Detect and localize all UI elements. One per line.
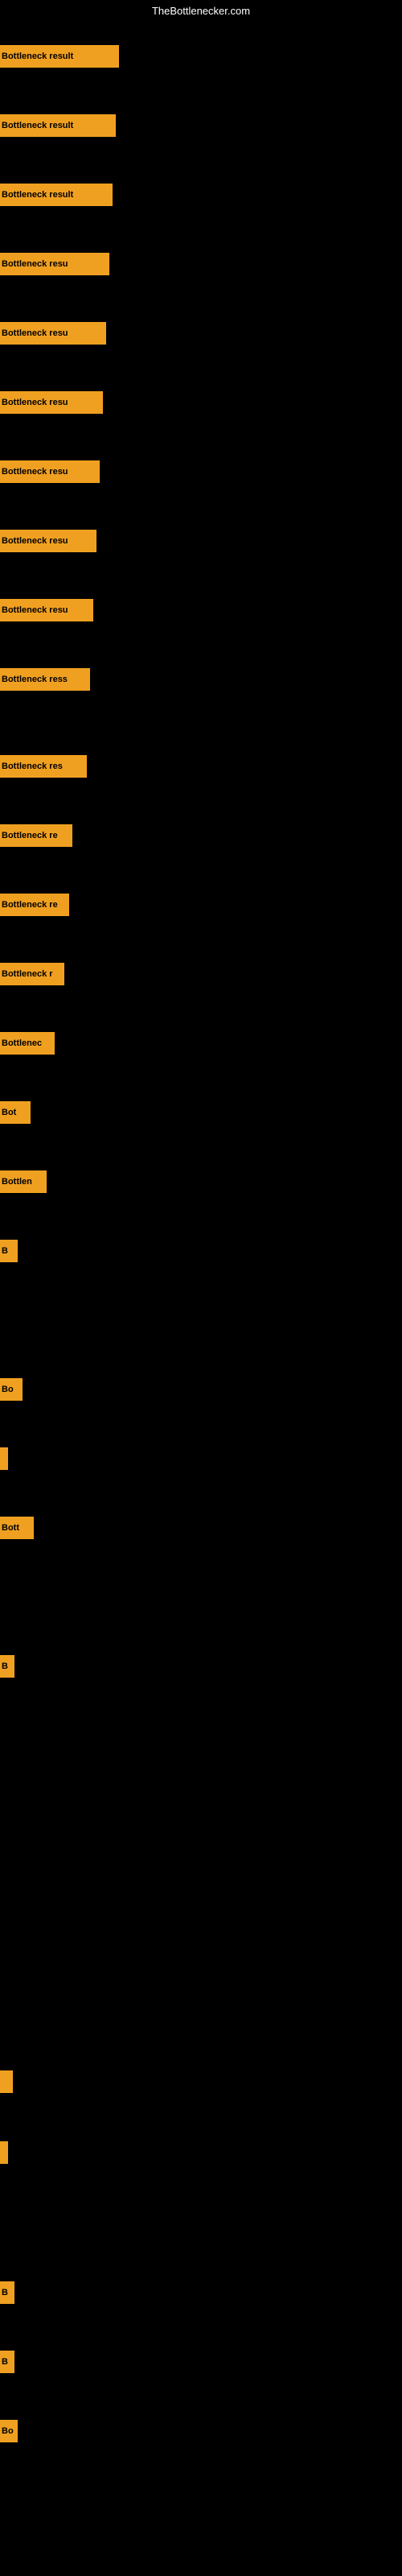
bottleneck-bar: Bottleneck resu bbox=[0, 322, 106, 345]
bottleneck-bar bbox=[0, 2070, 13, 2093]
bottleneck-label: Bottleneck res bbox=[2, 762, 63, 771]
bottleneck-label: Bottlenec bbox=[2, 1038, 42, 1048]
bottleneck-label: B bbox=[2, 2357, 8, 2367]
bottleneck-bar: Bottleneck re bbox=[0, 824, 72, 847]
bottleneck-label: Bo bbox=[2, 1385, 14, 1394]
bottleneck-label: Bottleneck r bbox=[2, 969, 53, 979]
bottleneck-label: Bottleneck result bbox=[2, 121, 73, 130]
bottleneck-bar: Bottleneck result bbox=[0, 184, 113, 206]
bottleneck-bar: Bot bbox=[0, 1101, 31, 1124]
bottleneck-bar bbox=[0, 1447, 8, 1470]
bottleneck-label: Bottleneck resu bbox=[2, 398, 68, 407]
bottleneck-bar: B bbox=[0, 1240, 18, 1262]
bottleneck-label: Bottleneck re bbox=[2, 900, 58, 910]
bottleneck-label: Bottleneck re bbox=[2, 831, 58, 840]
bottleneck-bar: Bottlen bbox=[0, 1170, 47, 1193]
bottleneck-label: Bot bbox=[2, 1108, 16, 1117]
bottleneck-bar: Bottleneck resu bbox=[0, 460, 100, 483]
bottleneck-bar: B bbox=[0, 2351, 14, 2373]
bottleneck-label: B bbox=[2, 2288, 8, 2297]
bottleneck-bar: B bbox=[0, 2281, 14, 2304]
bottleneck-bar: Bottleneck resu bbox=[0, 391, 103, 414]
bottleneck-label: Bottleneck ress bbox=[2, 675, 68, 684]
bottleneck-bar: Bottleneck ress bbox=[0, 668, 90, 691]
bottleneck-bar: Bottleneck res bbox=[0, 755, 87, 778]
bottleneck-label: Bottleneck resu bbox=[2, 328, 68, 338]
bottleneck-label: Bott bbox=[2, 1523, 19, 1533]
bottleneck-bar: Bottleneck result bbox=[0, 45, 119, 68]
site-title: TheBottlenecker.com bbox=[0, 2, 402, 20]
bottleneck-label: Bo bbox=[2, 2426, 14, 2436]
bottleneck-label: B bbox=[2, 1246, 8, 1256]
bottleneck-bar: Bottleneck r bbox=[0, 963, 64, 985]
bottleneck-bar: Bott bbox=[0, 1517, 34, 1539]
bottleneck-label: Bottleneck result bbox=[2, 190, 73, 200]
bottleneck-bar: B bbox=[0, 1655, 14, 1678]
bottleneck-bar bbox=[0, 2141, 8, 2164]
bottleneck-label: Bottleneck resu bbox=[2, 536, 68, 546]
bottleneck-bar: Bottlenec bbox=[0, 1032, 55, 1055]
bottleneck-label: Bottleneck resu bbox=[2, 605, 68, 615]
bottleneck-label: B bbox=[2, 1662, 8, 1671]
bottleneck-bar: Bottleneck resu bbox=[0, 530, 96, 552]
bottleneck-bar: Bottleneck result bbox=[0, 114, 116, 137]
bottleneck-label: Bottleneck result bbox=[2, 52, 73, 61]
bottleneck-label: Bottlen bbox=[2, 1177, 32, 1187]
bottleneck-label: Bottleneck resu bbox=[2, 467, 68, 477]
bottleneck-bar: Bottleneck re bbox=[0, 894, 69, 916]
bottleneck-label: Bottleneck resu bbox=[2, 259, 68, 269]
bottleneck-bar: Bottleneck resu bbox=[0, 253, 109, 275]
bottleneck-bar: Bottleneck resu bbox=[0, 599, 93, 621]
bottleneck-bar: Bo bbox=[0, 1378, 23, 1401]
bottleneck-bar: Bo bbox=[0, 2420, 18, 2442]
